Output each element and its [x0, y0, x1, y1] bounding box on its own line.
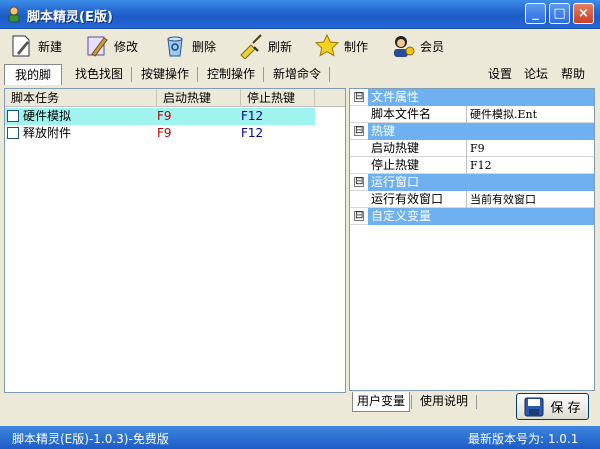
app-logo-icon [8, 6, 20, 23]
property-row[interactable]: 启动热键 F9 [350, 140, 594, 157]
property-row[interactable]: 脚本文件名 硬件模拟.Ent [350, 106, 594, 123]
category-label: 文件属性 [371, 90, 420, 104]
property-row[interactable]: 运行有效窗口 当前有效窗口 [350, 191, 594, 208]
recycle-bin-icon [167, 36, 183, 57]
row-checkbox[interactable] [7, 127, 19, 139]
script-list[interactable]: 脚本任务 启动热键 停止热键 硬件模拟 F9 F12 释放附件 F9 F12 [4, 88, 346, 393]
status-latest-version: 最新版本号为: 1.0.1 [468, 432, 579, 446]
tab-row: 我的脚本 找色找图 按键操作 控制操作 新增命令 设置 论坛 帮助 [0, 62, 600, 102]
edit-pencil-icon [87, 36, 108, 57]
script-stop-key: F12 [241, 126, 264, 140]
new-label: 新建 [38, 39, 63, 54]
tab-separator [197, 67, 198, 82]
help-link[interactable]: 帮助 [561, 65, 585, 82]
tab-separator [131, 67, 132, 82]
window-title: 脚本精灵(E版) [27, 10, 113, 25]
category-label: 运行窗口 [371, 175, 420, 189]
property-value[interactable]: F12 [470, 157, 492, 174]
tab-separator [329, 67, 330, 82]
script-stop-key: F12 [241, 109, 264, 123]
script-row[interactable]: 硬件模拟 F9 F12 [5, 108, 315, 125]
maximize-button[interactable]: □ [549, 3, 570, 24]
script-row[interactable]: 释放附件 F9 F12 [5, 125, 315, 142]
broom-icon [240, 34, 262, 59]
floppy-disk-icon [524, 397, 544, 416]
save-button[interactable]: 保 存 [516, 393, 589, 420]
tab-user-vars[interactable]: 用户变量 [352, 392, 411, 412]
tab-usage[interactable]: 使用说明 [416, 392, 472, 412]
member-label: 会员 [420, 39, 445, 54]
collapse-icon[interactable]: ⊟ [354, 177, 364, 187]
minimize-button[interactable]: _ [525, 3, 546, 24]
column-header-start-key[interactable]: 启动热键 [157, 89, 241, 107]
property-key: 运行有效窗口 [371, 191, 467, 208]
script-list-header: 脚本任务 启动热键 停止热键 [5, 89, 345, 107]
tab-new-command[interactable]: 新增命令 [266, 64, 328, 85]
column-header-task[interactable]: 脚本任务 [5, 89, 157, 107]
settings-link[interactable]: 设置 [488, 65, 512, 82]
toolbar: 新建 修改 删除 刷新 制作 会员 [0, 29, 600, 62]
new-document-icon [12, 35, 30, 57]
category-custom-vars[interactable]: ⊟ 自定义变量 [350, 208, 594, 225]
delete-button[interactable]: 删除 [162, 31, 216, 61]
column-header-stop-key[interactable]: 停止热键 [241, 89, 315, 107]
tab-separator [411, 395, 412, 409]
member-user-icon [394, 36, 415, 57]
script-start-key: F9 [157, 109, 172, 123]
status-version-text: 脚本精灵(E版)-1.0.3)-免费版 [12, 432, 169, 446]
star-icon [314, 33, 340, 57]
property-key: 停止热键 [371, 157, 467, 174]
collapse-icon[interactable]: ⊟ [354, 92, 364, 102]
property-value[interactable]: 当前有效窗口 [470, 191, 536, 208]
script-start-key: F9 [157, 126, 172, 140]
forum-link[interactable]: 论坛 [524, 65, 548, 82]
category-label: 热键 [371, 124, 396, 138]
title-bar[interactable]: 脚本精灵(E版) _ □ × [0, 0, 600, 29]
refresh-label: 刷新 [268, 39, 293, 54]
category-bar [368, 123, 594, 140]
save-label: 保 存 [550, 401, 581, 416]
tab-my-scripts[interactable]: 我的脚本 [4, 64, 62, 102]
close-button[interactable]: × [573, 3, 594, 24]
refresh-button[interactable]: 刷新 [238, 31, 292, 61]
property-grid[interactable]: ⊟ 文件属性 脚本文件名 硬件模拟.Ent ⊟ 热键 启动热键 F9 停止热键 … [349, 88, 595, 391]
edit-button[interactable]: 修改 [84, 31, 138, 61]
category-hotkeys[interactable]: ⊟ 热键 [350, 123, 594, 140]
tab-separator [263, 67, 264, 82]
collapse-icon[interactable]: ⊟ [354, 211, 364, 221]
property-value[interactable]: F9 [470, 140, 485, 157]
property-key: 脚本文件名 [371, 106, 467, 123]
edit-label: 修改 [114, 39, 139, 54]
property-value[interactable]: 硬件模拟.Ent [470, 106, 537, 123]
property-row[interactable]: 停止热键 F12 [350, 157, 594, 174]
tab-separator [476, 395, 477, 409]
new-button[interactable]: 新建 [8, 31, 62, 61]
tab-control-ops[interactable]: 控制操作 [200, 64, 262, 85]
category-file-properties[interactable]: ⊟ 文件属性 [350, 89, 594, 106]
script-name: 释放附件 [23, 126, 72, 140]
make-button[interactable]: 制作 [314, 31, 368, 61]
delete-label: 删除 [192, 39, 217, 54]
script-name: 硬件模拟 [23, 109, 72, 123]
status-bar: 脚本精灵(E版)-1.0.3)-免费版 最新版本号为: 1.0.1 [0, 426, 600, 449]
row-checkbox[interactable] [7, 110, 19, 122]
property-key: 启动热键 [371, 140, 467, 157]
category-run-window[interactable]: ⊟ 运行窗口 [350, 174, 594, 191]
tab-color-pick[interactable]: 找色找图 [68, 64, 130, 85]
tab-key-ops[interactable]: 按键操作 [134, 64, 196, 85]
collapse-icon[interactable]: ⊟ [354, 126, 364, 136]
category-label: 自定义变量 [371, 209, 432, 223]
member-button[interactable]: 会员 [390, 31, 444, 61]
main-window: 脚本精灵(E版) _ □ × 新建 修改 删除 刷新 制作 会员 我的脚 找色找… [0, 0, 600, 449]
make-label: 制作 [344, 39, 369, 54]
